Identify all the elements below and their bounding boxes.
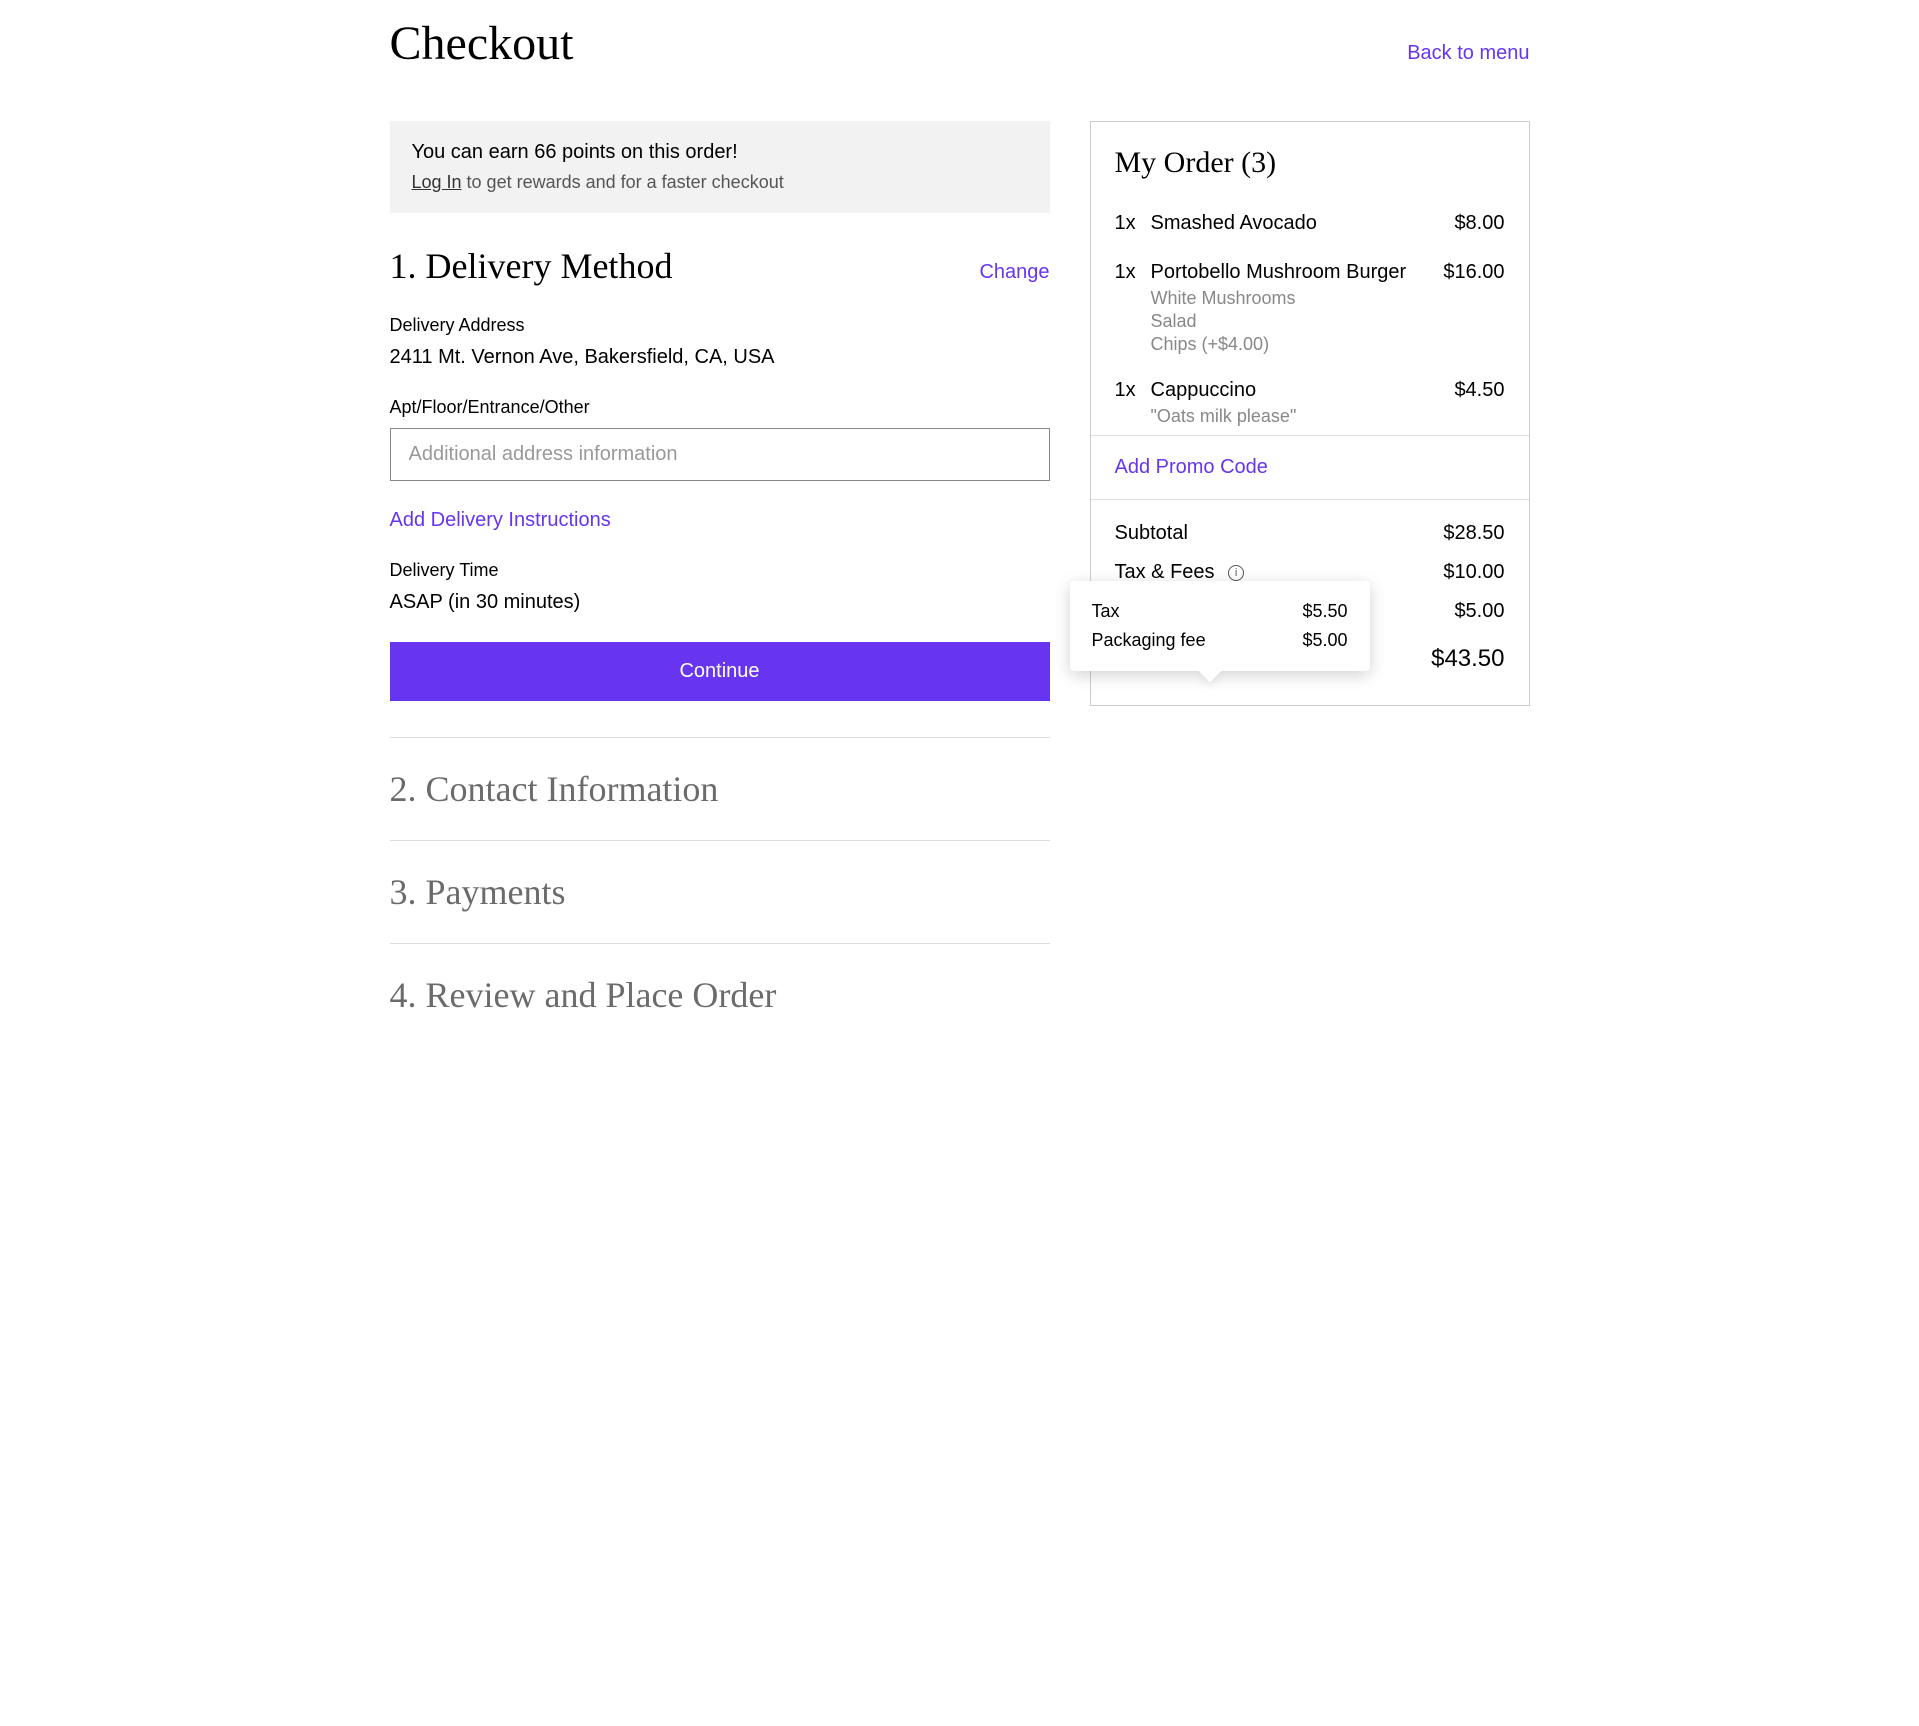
subtotal-label: Subtotal (1115, 522, 1188, 545)
delivery-time-label: Delivery Time (390, 560, 1050, 581)
item-option: White Mushrooms (1151, 288, 1425, 309)
continue-button[interactable]: Continue (390, 642, 1050, 701)
item-qty: 1x (1115, 212, 1151, 239)
subtotal-value: $28.50 (1443, 522, 1504, 545)
divider (390, 943, 1050, 944)
points-login-rest: to get rewards and for a faster checkout (462, 172, 784, 192)
tooltip-packaging-value: $5.00 (1302, 630, 1347, 651)
order-items-list: 1xSmashed Avocado$8.001xPortobello Mushr… (1091, 196, 1529, 435)
tooltip-tax-label: Tax (1092, 601, 1120, 622)
item-name: Smashed Avocado (1151, 212, 1425, 235)
apt-floor-input[interactable] (390, 428, 1050, 481)
page-title: Checkout (390, 16, 574, 71)
add-delivery-instructions-link[interactable]: Add Delivery Instructions (390, 509, 611, 532)
delivery-address-label: Delivery Address (390, 315, 1050, 336)
item-main: Cappuccino "Oats milk please" (1151, 379, 1425, 429)
item-price: $8.00 (1425, 212, 1505, 239)
login-link[interactable]: Log In (412, 172, 462, 192)
step1-header: 1. Delivery Method Change (390, 245, 1050, 287)
step1-heading: 1. Delivery Method (390, 245, 673, 287)
order-item: 1xPortobello Mushroom Burger White Mushro… (1115, 245, 1505, 363)
add-promo-code-link[interactable]: Add Promo Code (1115, 456, 1268, 479)
item-name: Cappuccino (1151, 379, 1425, 402)
item-option: Salad (1151, 311, 1425, 332)
total-value: $43.50 (1431, 645, 1504, 673)
step2-heading: 2. Contact Information (390, 768, 719, 810)
step3-heading: 3. Payments (390, 871, 566, 913)
item-price: $4.50 (1425, 379, 1505, 429)
delivery-time-value: ASAP (in 30 minutes) (390, 591, 1050, 614)
back-to-menu-link[interactable]: Back to menu (1407, 42, 1529, 65)
divider (390, 840, 1050, 841)
points-banner: You can earn 66 points on this order! Lo… (390, 121, 1050, 213)
item-main: Portobello Mushroom Burger White Mushroom… (1151, 261, 1425, 357)
order-item: 1xCappuccino "Oats milk please"$4.50 (1115, 363, 1505, 435)
page-header: Checkout Back to menu (390, 16, 1530, 71)
tooltip-packaging-label: Packaging fee (1092, 630, 1206, 651)
taxfees-tooltip: Tax $5.50 Packaging fee $5.00 (1070, 581, 1370, 671)
item-main: Smashed Avocado (1151, 212, 1425, 239)
apt-floor-label: Apt/Floor/Entrance/Other (390, 397, 1050, 418)
item-name: Portobello Mushroom Burger (1151, 261, 1425, 284)
item-qty: 1x (1115, 261, 1151, 357)
taxfees-label: Tax & Fees (1115, 561, 1215, 583)
step4-heading: 4. Review and Place Order (390, 974, 777, 1016)
points-earn-text: You can earn 66 points on this order! (412, 141, 1028, 164)
item-option: Chips (+$4.00) (1151, 334, 1425, 355)
order-item: 1xSmashed Avocado$8.00 (1115, 196, 1505, 245)
change-delivery-link[interactable]: Change (979, 261, 1049, 284)
item-qty: 1x (1115, 379, 1151, 429)
info-icon[interactable]: i (1228, 565, 1244, 581)
item-option: "Oats milk please" (1151, 406, 1425, 427)
divider (390, 737, 1050, 738)
deliveryfee-value: $5.00 (1454, 600, 1504, 623)
item-price: $16.00 (1425, 261, 1505, 357)
order-title: My Order (3) (1091, 146, 1529, 196)
tooltip-tax-value: $5.50 (1302, 601, 1347, 622)
delivery-address-value: 2411 Mt. Vernon Ave, Bakersfield, CA, US… (390, 346, 1050, 369)
points-login-text: Log In to get rewards and for a faster c… (412, 172, 1028, 193)
taxfees-value: $10.00 (1443, 561, 1504, 584)
